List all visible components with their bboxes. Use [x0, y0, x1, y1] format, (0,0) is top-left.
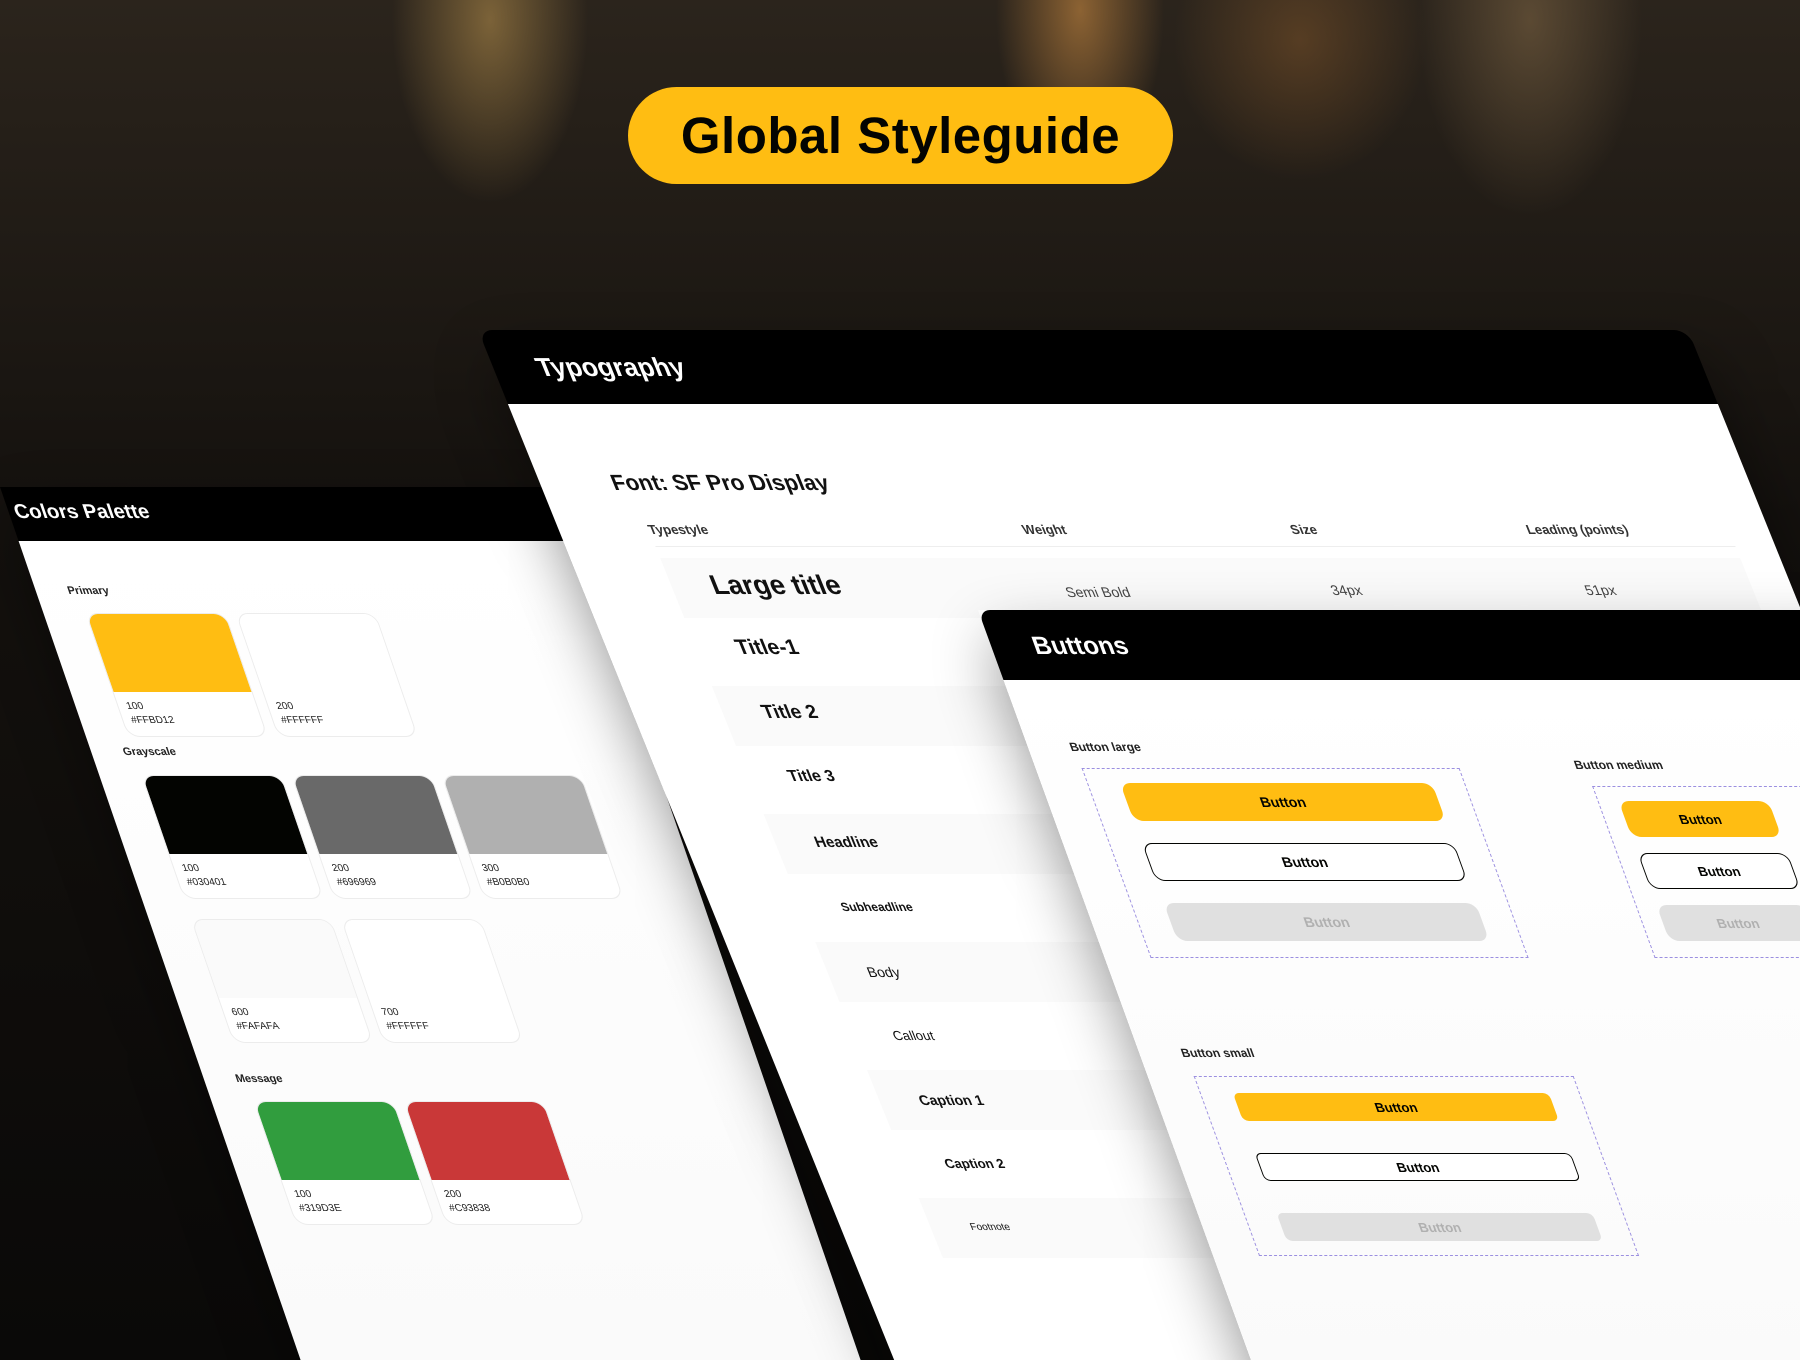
color-swatch-message-100[interactable]: 100 #319D3E [253, 1101, 437, 1225]
button-small-outline[interactable]: Button [1254, 1153, 1581, 1181]
buttons-header: Buttons [978, 610, 1800, 680]
typestyle-name: Body [864, 964, 903, 980]
swatch-fill [86, 614, 252, 692]
swatch-caption: 100 #FFBD12 [114, 692, 264, 728]
color-swatch-grayscale-700[interactable]: 700 #FFFFFF [340, 919, 524, 1043]
typestyle-name: Large title [704, 570, 847, 600]
button-large-outline[interactable]: Button [1141, 843, 1468, 881]
column-weight: Weight [1019, 522, 1069, 537]
color-swatch-grayscale-300[interactable]: 300 #B0B0B0 [441, 775, 624, 899]
buttons-title: Buttons [1028, 632, 1133, 660]
swatch-fill [342, 920, 507, 998]
color-swatch-grayscale-200[interactable]: 200 #696969 [291, 775, 474, 899]
swatch-fill [442, 776, 608, 854]
color-swatch-primary-100[interactable]: 100 #FFBD12 [85, 613, 269, 737]
typestyle-name: Title-1 [731, 636, 803, 659]
column-leading: Leading (points) [1523, 522, 1631, 537]
button-small-label: Button small [1178, 1046, 1257, 1060]
button-small-group: Button Button Button [1193, 1076, 1640, 1256]
size-value: 34px [1327, 582, 1365, 598]
typestyle-name: Title 2 [758, 702, 822, 723]
message-label: Message [233, 1073, 285, 1085]
color-swatch-grayscale-100[interactable]: 100 #030401 [141, 775, 324, 899]
swatch-caption: 100 #030401 [169, 854, 319, 890]
colors-palette-title: Colors Palette [10, 501, 153, 523]
header-divider [655, 546, 1736, 547]
grayscale-label: Grayscale [121, 746, 178, 758]
swatch-name: 300 [480, 863, 501, 874]
swatch-hex: #FFFFFF [279, 715, 326, 726]
swatch-name: 700 [380, 1007, 401, 1018]
swatch-hex: #FFBD12 [129, 715, 177, 726]
swatch-name: 100 [180, 863, 201, 874]
leading-value: 51px [1581, 582, 1619, 598]
color-swatch-grayscale-600[interactable]: 600 #FAFAFA [190, 919, 374, 1043]
swatch-name: 200 [330, 863, 351, 874]
button-small-disabled[interactable]: Button [1276, 1213, 1603, 1241]
weight-value: Semi Bold [1062, 584, 1133, 600]
button-large-label: Button large [1067, 740, 1144, 754]
colors-palette-header: Colors Palette [0, 487, 579, 541]
swatch-hex: #319D3E [297, 1203, 344, 1214]
typestyle-name: Headline [811, 834, 882, 851]
swatch-name: 100 [292, 1189, 314, 1200]
swatch-caption: 100 #319D3E [282, 1180, 432, 1216]
swatch-hex: #696969 [335, 877, 379, 888]
swatch-caption: 200 #C93838 [432, 1180, 582, 1216]
button-large-group: Button Button Button [1081, 768, 1529, 958]
swatch-name: 100 [124, 701, 146, 712]
typestyle-name: Callout [890, 1028, 937, 1043]
button-medium-primary[interactable]: Button [1618, 801, 1782, 837]
typography-header: Typography [478, 330, 1718, 404]
title-pill: Global Styleguide [628, 87, 1173, 184]
swatch-hex: #FAFAFA [234, 1021, 281, 1032]
typestyle-name: Subheadline [838, 900, 916, 914]
swatch-hex: #FFFFFF [384, 1021, 431, 1032]
typestyle-name: Footnote [968, 1222, 1013, 1233]
swatch-caption: 700 #FFFFFF [369, 998, 519, 1034]
color-swatch-primary-200[interactable]: 200 #FFFFFF [235, 613, 419, 737]
font-label: Font: SF Pro Display [606, 470, 834, 495]
color-swatch-message-200[interactable]: 200 #C93838 [403, 1101, 587, 1225]
swatch-caption: 300 #B0B0B0 [469, 854, 619, 890]
swatch-hex: #030401 [185, 877, 229, 888]
column-size: Size [1287, 522, 1320, 537]
typestyle-name: Caption 1 [915, 1092, 987, 1108]
typestyle-row: Large title Semi Bold 34px 51px [660, 558, 1765, 618]
swatch-hex: #B0B0B0 [485, 877, 532, 888]
page-title: Global Styleguide [680, 107, 1121, 164]
swatch-caption: 600 #FAFAFA [219, 998, 369, 1034]
button-medium-group: Button Button Button [1592, 786, 1800, 958]
typestyle-name: Title 3 [784, 768, 838, 785]
swatch-name: 600 [230, 1007, 251, 1018]
swatch-name: 200 [274, 701, 296, 712]
button-large-disabled[interactable]: Button [1163, 903, 1490, 941]
swatch-caption: 200 #FFFFFF [264, 692, 414, 728]
swatch-fill [404, 1102, 570, 1180]
button-small-primary[interactable]: Button [1232, 1093, 1559, 1121]
button-medium-disabled[interactable]: Button [1656, 905, 1800, 941]
swatch-fill [142, 776, 308, 854]
swatch-caption: 200 #696969 [319, 854, 469, 890]
button-medium-outline[interactable]: Button [1637, 853, 1800, 889]
typestyle-name: Caption 2 [941, 1156, 1008, 1171]
swatch-fill [292, 776, 458, 854]
typography-title: Typography [530, 352, 690, 382]
column-typestyle: Typestyle [645, 522, 711, 537]
swatch-fill [254, 1102, 420, 1180]
primary-label: Primary [65, 585, 111, 597]
swatch-fill [192, 920, 357, 998]
swatch-fill [236, 614, 402, 692]
button-medium-label: Button medium [1571, 758, 1665, 772]
swatch-hex: #C93838 [447, 1203, 492, 1214]
button-large-primary[interactable]: Button [1119, 783, 1446, 821]
swatch-name: 200 [442, 1189, 464, 1200]
